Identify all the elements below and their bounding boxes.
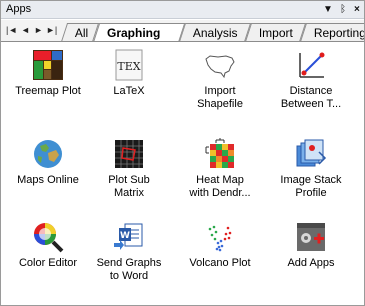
scroll-last-icon[interactable]: ►| <box>46 24 57 36</box>
tab-strip: |◄ ◄ ► ►| All Analysis Import Reporting … <box>1 20 364 42</box>
latex-icon: TEX <box>115 49 143 81</box>
panel-title: Apps <box>6 3 32 15</box>
scroll-next-icon[interactable]: ► <box>34 24 43 36</box>
tab-import-label: Import <box>258 26 293 40</box>
distance-line-icon <box>299 52 325 78</box>
app-label: Plot Sub Matrix <box>108 174 150 199</box>
add-apps-icon <box>297 223 325 251</box>
app-label: Distance Between T... <box>280 85 342 110</box>
app-label: Import Shapefile <box>197 85 243 110</box>
app-label: LaTeX <box>113 85 145 97</box>
panel-titlebar: Apps ▼ ᛒ × <box>1 1 364 19</box>
tab-import[interactable]: Import <box>244 23 307 41</box>
app-label: Heat Map with Dendr... <box>189 174 251 199</box>
map-outline-icon <box>205 55 235 79</box>
scroll-prev-icon[interactable]: ◄ <box>21 24 30 36</box>
app-label: Send Graphs to Word <box>96 257 162 282</box>
color-magnifier-icon <box>34 223 64 253</box>
close-icon[interactable]: × <box>354 3 360 17</box>
app-label: Color Editor <box>18 257 78 269</box>
app-label: Volcano Plot <box>189 257 251 269</box>
tab-reporting-label: Reporting <box>313 26 364 40</box>
tab-reporting[interactable]: Reporting <box>299 23 364 41</box>
app-label: Image Stack Profile <box>280 174 342 199</box>
svg-text:W: W <box>120 231 130 241</box>
tab-analysis-label: Analysis <box>192 26 238 40</box>
word-export-icon: W <box>114 223 143 250</box>
tab-all-label: All <box>74 26 89 40</box>
tab-graphing-label: Graphing <box>107 26 161 40</box>
mesh-icon <box>115 140 143 168</box>
image-stack-icon <box>296 139 327 167</box>
globe-icon <box>34 140 62 168</box>
tab-analysis[interactable]: Analysis <box>178 23 252 41</box>
app-label: Treemap Plot <box>15 85 81 97</box>
scroll-first-icon[interactable]: |◄ <box>6 24 17 36</box>
apps-panel: Apps ▼ ᛒ × |◄ ◄ ► ►| All Analysis Import… <box>0 0 365 306</box>
svg-text:TEX: TEX <box>117 60 140 73</box>
panel-menu-icon[interactable]: ▼ <box>323 3 333 17</box>
treemap-icon <box>33 50 63 80</box>
app-label: Maps Online <box>17 174 79 186</box>
heatmap-icon <box>205 138 234 168</box>
app-label: Add Apps <box>287 257 335 269</box>
tab-graphing[interactable]: Graphing <box>92 23 186 41</box>
volcano-plot-icon <box>208 225 232 252</box>
pin-icon[interactable]: ᛒ <box>340 3 346 17</box>
